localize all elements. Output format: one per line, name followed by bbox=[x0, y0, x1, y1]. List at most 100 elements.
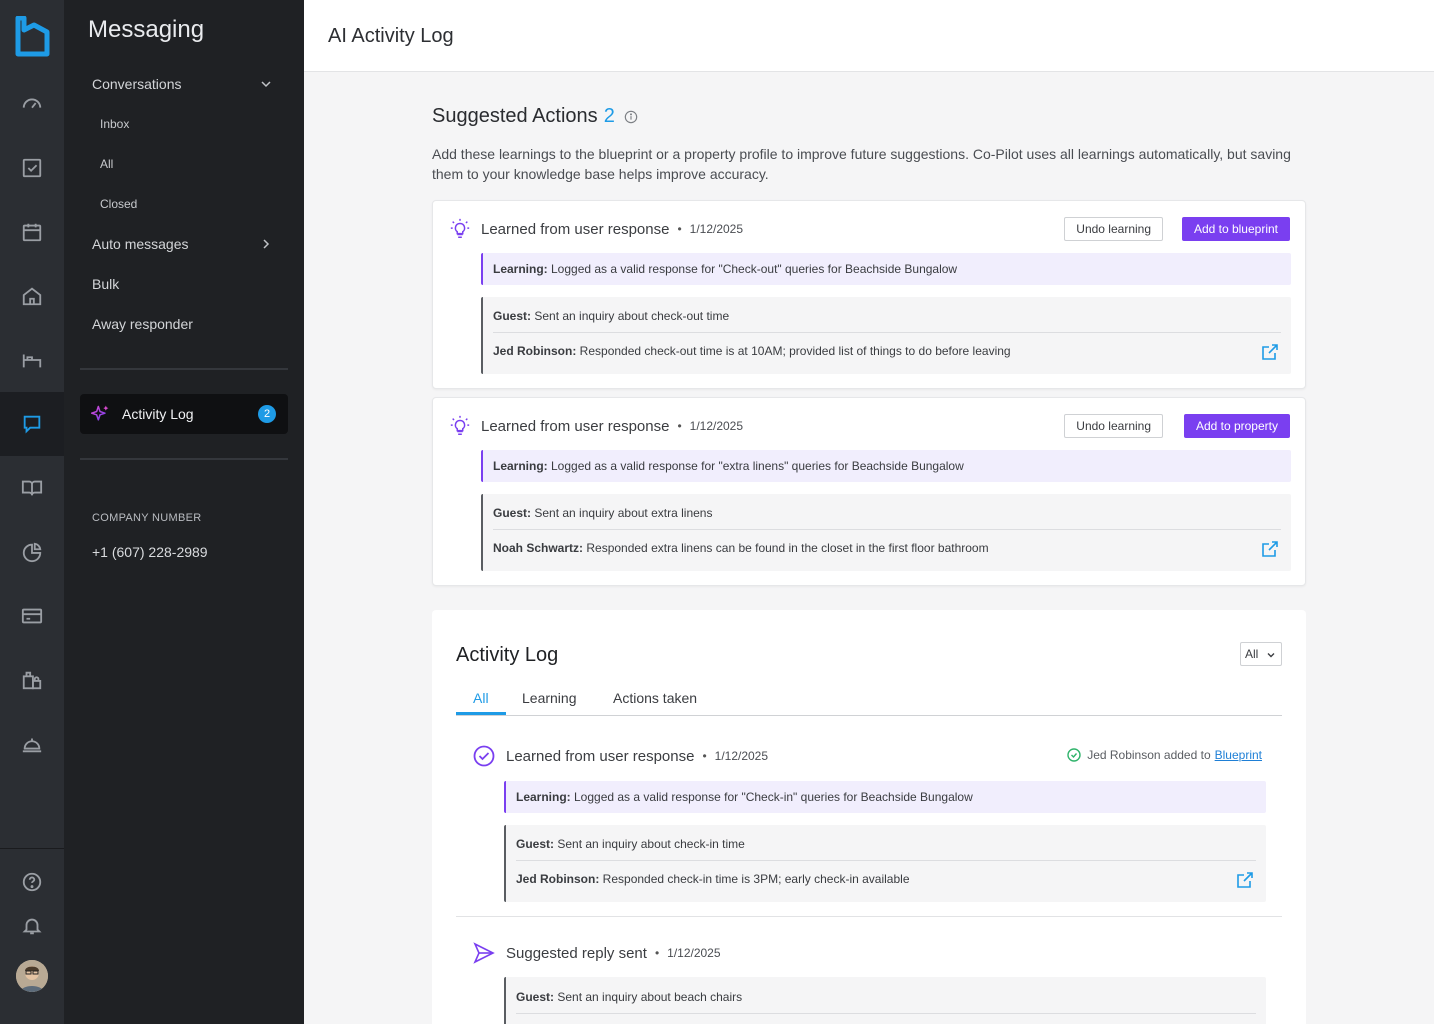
sidebar-divider bbox=[80, 458, 288, 460]
add-to-property-button[interactable]: Add to property bbox=[1183, 414, 1290, 438]
calendar-icon[interactable] bbox=[0, 200, 64, 264]
guest-label: Guest: bbox=[493, 309, 532, 323]
page-title: AI Activity Log bbox=[328, 25, 454, 47]
concierge-icon[interactable] bbox=[0, 712, 64, 776]
added-status: Jed Robinson added to Blueprint bbox=[1067, 748, 1262, 762]
guest-message: Guest: Sent an inquiry about beach chair… bbox=[516, 990, 742, 1004]
separator-dot: • bbox=[702, 749, 707, 763]
messaging-icon[interactable] bbox=[0, 392, 64, 456]
check-circle-icon bbox=[1067, 748, 1081, 762]
filter-select[interactable]: All bbox=[1240, 642, 1282, 666]
external-link-icon[interactable] bbox=[1261, 540, 1279, 558]
conversation-excerpt: Guest: Sent an inquiry about check-in ti… bbox=[504, 825, 1266, 902]
guest-message: Guest: Sent an inquiry about extra linen… bbox=[493, 506, 712, 520]
activity-tabs: All Learning Actions taken bbox=[456, 690, 1282, 716]
separator-dot: • bbox=[654, 946, 660, 960]
send-icon bbox=[473, 942, 495, 964]
tab-actions-taken[interactable]: Actions taken bbox=[613, 690, 697, 706]
lock-icon[interactable] bbox=[0, 648, 64, 712]
separator-dot: • bbox=[677, 419, 682, 433]
bell-icon[interactable] bbox=[0, 894, 64, 958]
sidebar-item-all[interactable]: All bbox=[100, 157, 113, 171]
learning-label: Learning: bbox=[493, 262, 548, 276]
learning-text: Logged as a valid response for "Check-in… bbox=[570, 790, 973, 804]
entry-title: Learned from user response bbox=[506, 747, 695, 765]
guest-text: Sent an inquiry about extra linens bbox=[531, 506, 713, 520]
sidebar-item-auto-messages[interactable]: Auto messages bbox=[92, 236, 189, 252]
guest-message: Guest: Sent an inquiry about check-out t… bbox=[493, 309, 729, 323]
learning-label: Learning: bbox=[493, 459, 548, 473]
filter-value: All bbox=[1245, 647, 1259, 661]
divider bbox=[516, 1013, 1256, 1014]
activity-log-card: Activity Log All All Learning Actions ta… bbox=[432, 610, 1306, 1024]
chevron-right-icon[interactable] bbox=[260, 238, 272, 250]
external-link-icon[interactable] bbox=[1236, 871, 1254, 889]
chevron-down-icon bbox=[1267, 653, 1275, 658]
suggested-actions-count: 2 bbox=[603, 105, 615, 127]
bed-icon[interactable] bbox=[0, 328, 64, 392]
learning-label: Learning: bbox=[516, 790, 571, 804]
icon-rail bbox=[0, 0, 64, 1024]
conversation-excerpt: Guest: Sent an inquiry about extra linen… bbox=[481, 494, 1291, 571]
activity-entry-header: Learned from user response • 1/12/2025 bbox=[472, 744, 768, 768]
chevron-down-icon[interactable] bbox=[260, 78, 272, 90]
guest-message: Guest: Sent an inquiry about check-in ti… bbox=[516, 837, 745, 851]
suggestion-card: Learned from user response • 1/12/2025 U… bbox=[432, 200, 1306, 389]
divider bbox=[516, 860, 1256, 861]
lightbulb-icon bbox=[450, 218, 470, 238]
dashboard-icon[interactable] bbox=[0, 72, 64, 136]
brand-logo[interactable] bbox=[14, 16, 50, 58]
tasks-icon[interactable] bbox=[0, 136, 64, 200]
agent-message: Jed Robinson: Responded check-out time i… bbox=[493, 344, 1011, 358]
count-badge: 2 bbox=[258, 405, 276, 423]
sidebar-item-label: Conversations bbox=[92, 76, 182, 92]
avatar[interactable] bbox=[16, 960, 48, 992]
messaging-sidebar: Messaging Conversations Inbox All Closed… bbox=[64, 0, 304, 1024]
sidebar-item-bulk[interactable]: Bulk bbox=[92, 276, 119, 292]
info-icon[interactable] bbox=[624, 110, 638, 124]
guest-label: Guest: bbox=[516, 837, 555, 851]
card-title: Learned from user response bbox=[481, 417, 670, 435]
entry-divider bbox=[456, 916, 1282, 917]
sidebar-item-closed[interactable]: Closed bbox=[100, 197, 137, 211]
home-icon[interactable] bbox=[0, 264, 64, 328]
agent-message: Noah Schwartz: Responded extra linens ca… bbox=[493, 541, 989, 555]
activity-log-title: Activity Log bbox=[456, 644, 559, 666]
guidebook-icon[interactable] bbox=[0, 456, 64, 520]
sidebar-item-away-responder[interactable]: Away responder bbox=[92, 316, 193, 332]
learning-text: Logged as a valid response for "Check-ou… bbox=[547, 262, 958, 276]
guest-text: Sent an inquiry about check-in time bbox=[554, 837, 745, 851]
divider bbox=[493, 529, 1281, 530]
sidebar-item-conversations[interactable]: Conversations bbox=[92, 76, 282, 92]
blueprint-link[interactable]: Blueprint bbox=[1215, 748, 1262, 762]
guest-label: Guest: bbox=[516, 990, 555, 1004]
entry-title: Suggested reply sent bbox=[506, 944, 647, 962]
undo-learning-button[interactable]: Undo learning bbox=[1064, 217, 1163, 241]
learning-note: Learning: Logged as a valid response for… bbox=[504, 781, 1266, 813]
sidebar-item-activity-log[interactable]: Activity Log 2 bbox=[80, 394, 288, 434]
suggestion-card: Learned from user response • 1/12/2025 U… bbox=[432, 397, 1306, 586]
suggested-actions-heading: Suggested Actions 2 bbox=[432, 105, 638, 128]
company-number: +1 (607) 228-2989 bbox=[92, 544, 208, 560]
reports-icon[interactable] bbox=[0, 520, 64, 584]
tab-learning[interactable]: Learning bbox=[522, 690, 577, 706]
sidebar-item-label: Auto messages bbox=[92, 236, 189, 252]
card-title: Learned from user response bbox=[481, 220, 670, 238]
guest-text: Sent an inquiry about beach chairs bbox=[554, 990, 743, 1004]
entry-date: 1/12/2025 bbox=[667, 946, 721, 960]
separator-dot: • bbox=[677, 222, 682, 236]
tab-all[interactable]: All bbox=[473, 690, 489, 706]
rail-divider bbox=[0, 848, 64, 849]
sidebar-item-inbox[interactable]: Inbox bbox=[100, 117, 129, 131]
company-number-label: COMPANY NUMBER bbox=[92, 512, 202, 524]
check-circle-icon bbox=[473, 745, 495, 767]
agent-text: Responded check-in time is 3PM; early ch… bbox=[599, 872, 910, 886]
undo-learning-button[interactable]: Undo learning bbox=[1064, 414, 1163, 438]
card-header: Learned from user response • 1/12/2025 bbox=[449, 414, 743, 438]
agent-text: Responded extra linens can be found in t… bbox=[583, 541, 989, 555]
conversation-excerpt: Guest: Sent an inquiry about beach chair… bbox=[504, 977, 1266, 1024]
payments-icon[interactable] bbox=[0, 584, 64, 648]
external-link-icon[interactable] bbox=[1261, 343, 1279, 361]
add-to-blueprint-button[interactable]: Add to blueprint bbox=[1181, 217, 1290, 241]
card-date: 1/12/2025 bbox=[689, 222, 744, 236]
